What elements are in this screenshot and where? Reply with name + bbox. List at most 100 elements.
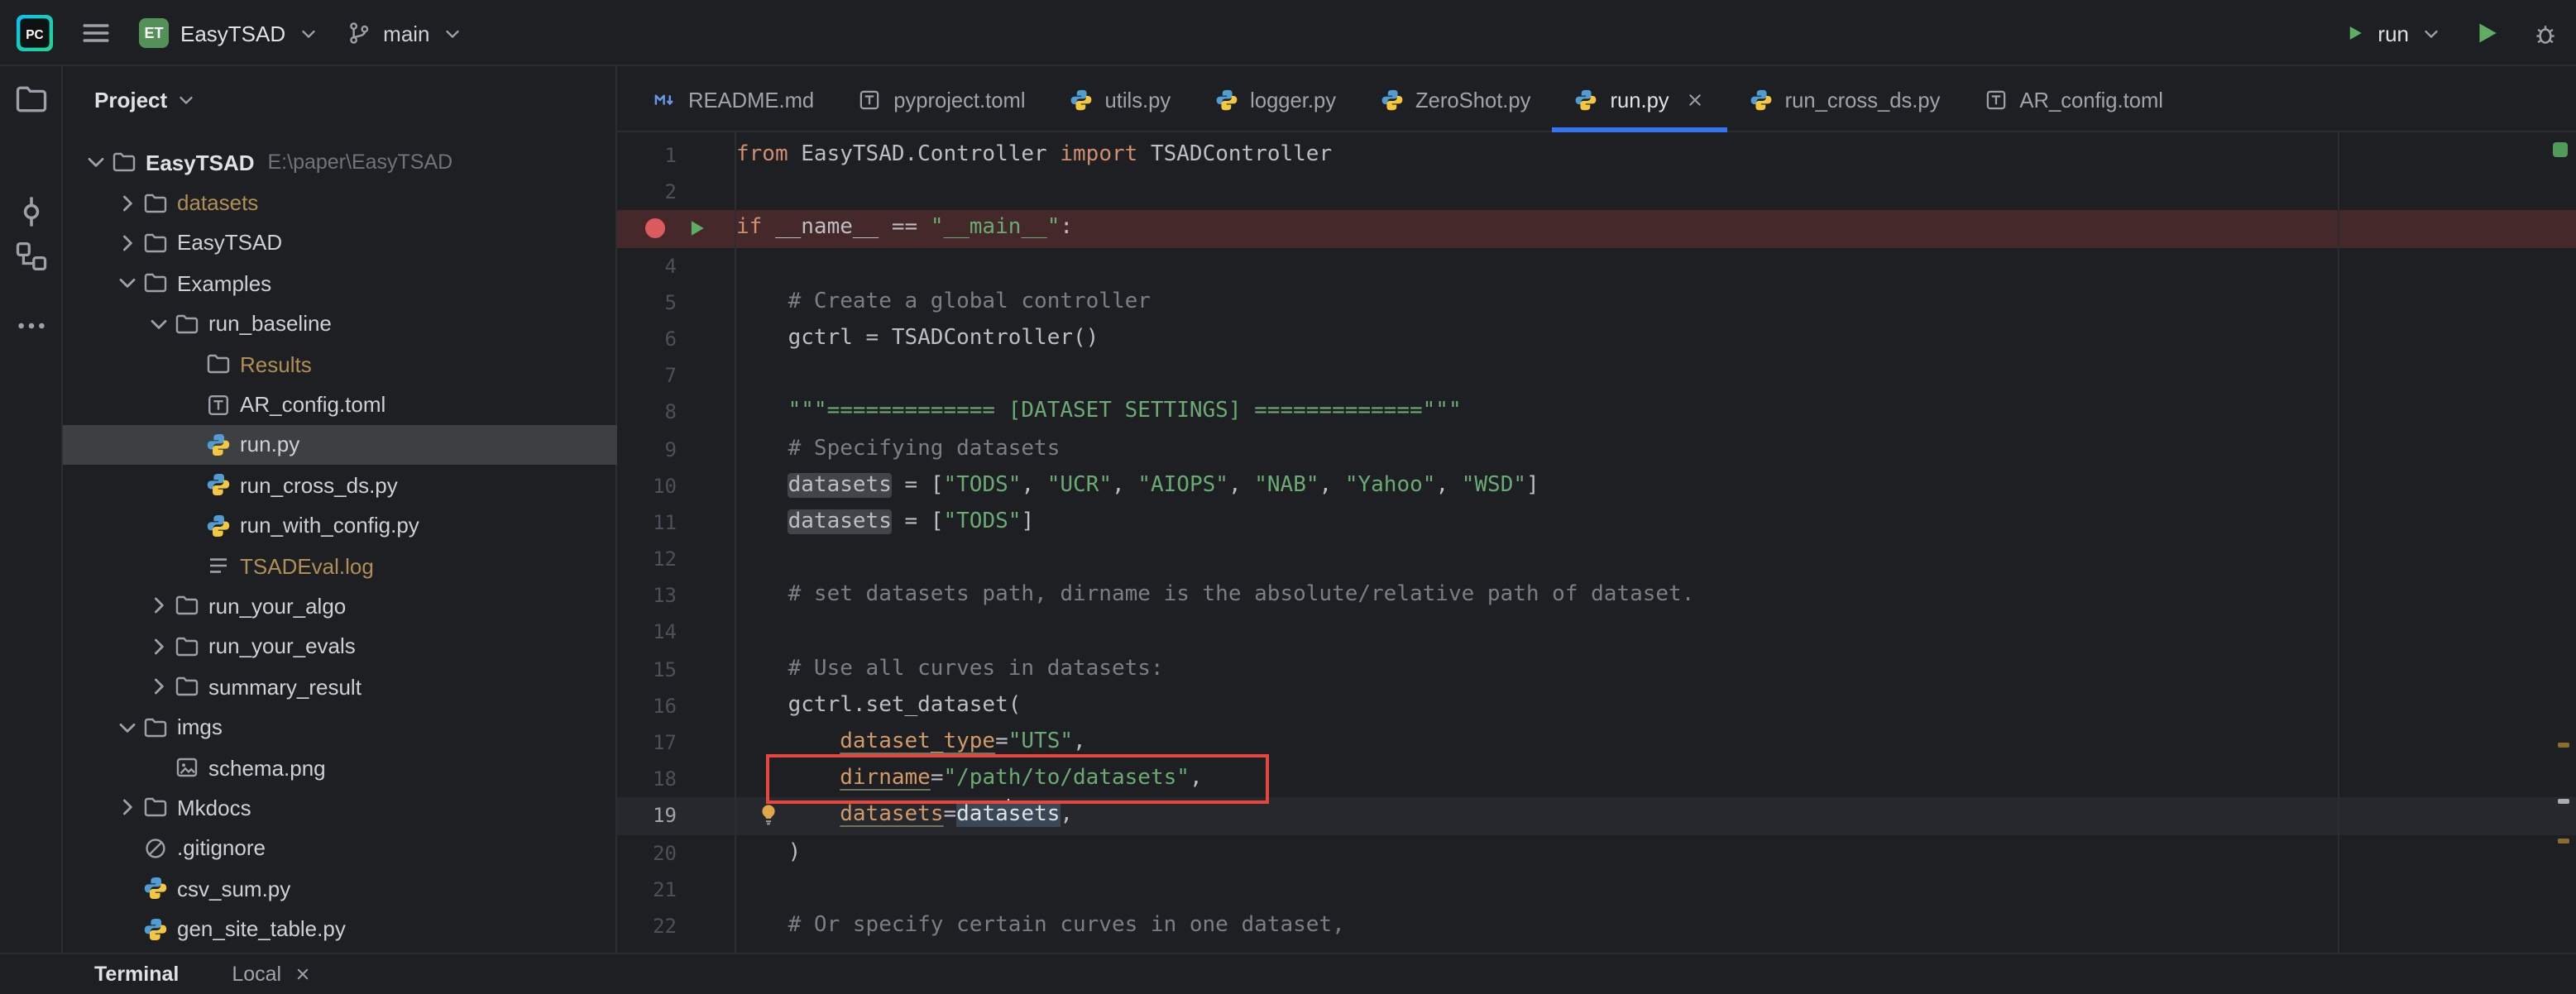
gutter[interactable]: 17 (617, 724, 736, 761)
code-line-2[interactable]: 2 (617, 174, 2576, 210)
tab-pyproject-toml[interactable]: pyproject.toml (836, 66, 1046, 132)
debug-bug-icon[interactable] (2531, 19, 2559, 47)
gutter[interactable]: 8 (617, 394, 736, 431)
code-line-text[interactable]: ) (736, 834, 2576, 871)
line-number[interactable]: 18 (617, 761, 677, 797)
commit-icon[interactable] (13, 194, 50, 230)
chevron-right-icon[interactable] (146, 593, 172, 619)
line-number[interactable]: 9 (617, 431, 677, 467)
code-line-text[interactable]: gctrl = TSADController() (736, 321, 2576, 357)
folder-icon[interactable] (13, 81, 50, 117)
gutter[interactable]: 16 (617, 688, 736, 724)
code-line-22[interactable]: 22 # Or specify certain curves in one da… (617, 908, 2576, 944)
line-number[interactable]: 17 (617, 724, 677, 761)
gutter[interactable]: 1 (617, 137, 736, 174)
code-line-9[interactable]: 9 # Specifying datasets (617, 431, 2576, 467)
line-number[interactable]: 2 (617, 174, 677, 210)
inspections-indicator[interactable] (2553, 142, 2568, 157)
code-line-5[interactable]: 5 # Create a global controller (617, 284, 2576, 321)
tree-item-run-with-config-py[interactable]: run_with_config.py (63, 505, 617, 546)
tree-item-datasets[interactable]: datasets (63, 183, 617, 223)
line-number[interactable]: 14 (617, 614, 677, 651)
gutter[interactable]: 18 (617, 761, 736, 797)
line-number[interactable]: 5 (617, 284, 677, 321)
project-panel-header[interactable]: Project (63, 66, 617, 132)
chevron-right-icon[interactable] (146, 674, 172, 700)
tree-item-mkdocs[interactable]: Mkdocs (63, 788, 617, 829)
chevron-right-icon[interactable] (114, 189, 141, 216)
gutter[interactable]: 2 (617, 174, 736, 210)
tree-item-tsadeval-log[interactable]: TSADEval.log (63, 546, 617, 586)
chevron-down-icon[interactable] (83, 149, 109, 175)
run-configuration-selector[interactable]: run (2343, 21, 2442, 45)
tree-item-ar-config-toml[interactable]: AR_config.toml (63, 385, 617, 425)
code-line-3[interactable]: if __name__ == "__main__": (617, 210, 2576, 248)
code-line-11[interactable]: 11 datasets = ["TODS"] (617, 504, 2576, 541)
line-number[interactable]: 8 (617, 394, 677, 431)
run-button-play-icon[interactable] (2472, 18, 2502, 48)
code-line-15[interactable]: 15 # Use all curves in datasets: (617, 651, 2576, 687)
code-line-12[interactable]: 12 (617, 541, 2576, 577)
code-line-19[interactable]: 19 datasets=datasets, (617, 797, 2576, 835)
code-line-text[interactable]: # Or specify certain curves in one datas… (736, 908, 2576, 944)
tree-item-results[interactable]: Results (63, 344, 617, 385)
code-line-text[interactable]: """============= [DATASET SETTINGS] ====… (736, 394, 2576, 431)
code-line-text[interactable] (736, 614, 2576, 651)
tab-logger-py[interactable]: logger.py (1192, 66, 1357, 132)
code-line-text[interactable]: dirname="/path/to/datasets", (736, 754, 2576, 805)
code-line-1[interactable]: 1 from EasyTSAD.Controller import TSADCon… (617, 137, 2576, 174)
breakpoint-icon[interactable] (645, 218, 665, 239)
chevron-right-icon[interactable] (146, 633, 172, 660)
gutter[interactable] (617, 211, 736, 247)
gutter[interactable]: 7 (617, 357, 736, 394)
line-number[interactable]: 19 (617, 798, 677, 834)
more-dots-icon[interactable] (13, 308, 50, 344)
tab-readme-md[interactable]: README.md (630, 66, 836, 132)
code-line-text[interactable]: datasets = ["TODS"] (736, 504, 2576, 541)
code-line-8[interactable]: 8 """============= [DATASET SETTINGS] ==… (617, 394, 2576, 431)
main-menu-icon[interactable] (79, 17, 113, 50)
terminal-tab-local[interactable]: Local (232, 962, 313, 985)
code-line-text[interactable]: datasets = ["TODS", "UCR", "AIOPS", "NAB… (736, 467, 2576, 504)
line-number[interactable]: 7 (617, 357, 677, 394)
chevron-down-icon[interactable] (114, 714, 141, 740)
tab-ar-config-toml[interactable]: AR_config.toml (1961, 66, 2185, 132)
line-number[interactable]: 16 (617, 688, 677, 724)
tree-item-gitignore[interactable]: .gitignore (63, 828, 617, 868)
line-number[interactable]: 11 (617, 504, 677, 541)
chevron-down-icon[interactable] (146, 311, 172, 337)
tree-item-easytsad[interactable]: EasyTSAD (63, 223, 617, 264)
error-stripe[interactable] (2551, 132, 2576, 953)
tree-item-run-baseline[interactable]: run_baseline (63, 303, 617, 344)
code-line-text[interactable] (736, 357, 2576, 394)
tree-item-schema-png[interactable]: schema.png (63, 748, 617, 788)
code-line-text[interactable]: # Create a global controller (736, 284, 2576, 321)
gutter[interactable]: 5 (617, 284, 736, 321)
code-line-17[interactable]: 17 dataset_type="UTS", (617, 724, 2576, 761)
code-line-13[interactable]: 13 # set datasets path, dirname is the a… (617, 578, 2576, 614)
tree-item-run-your-algo[interactable]: run_your_algo (63, 586, 617, 627)
code-line-4[interactable]: 4 (617, 247, 2576, 284)
tree-item-examples[interactable]: Examples (63, 263, 617, 303)
gutter[interactable]: 22 (617, 908, 736, 944)
gutter[interactable]: 14 (617, 614, 736, 651)
chevron-right-icon[interactable] (114, 230, 141, 256)
code-line-text[interactable]: from EasyTSAD.Controller import TSADCont… (736, 137, 2576, 174)
run-gutter-icon[interactable] (685, 217, 708, 241)
gutter[interactable]: 10 (617, 467, 736, 504)
gutter[interactable]: 15 (617, 651, 736, 687)
code-line-text[interactable]: if __name__ == "__main__": (736, 211, 2576, 247)
tree-item-gen-site-table-py[interactable]: gen_site_table.py (63, 909, 617, 949)
gutter[interactable]: 12 (617, 541, 736, 577)
chevron-right-icon[interactable] (114, 795, 141, 821)
code-line-20[interactable]: 20 ) (617, 834, 2576, 871)
gutter[interactable]: 11 (617, 504, 736, 541)
gutter[interactable]: 9 (617, 431, 736, 467)
code-line-10[interactable]: 10 datasets = ["TODS", "UCR", "AIOPS", "… (617, 467, 2576, 504)
tab-zeroshot-py[interactable]: ZeroShot.py (1357, 66, 1552, 132)
tree-item-summary-result[interactable]: summary_result (63, 667, 617, 707)
code-line-text[interactable]: gctrl.set_dataset( (736, 688, 2576, 724)
gutter[interactable]: 19 (617, 798, 736, 834)
gutter[interactable]: 21 (617, 872, 736, 908)
line-number[interactable]: 1 (617, 137, 677, 174)
